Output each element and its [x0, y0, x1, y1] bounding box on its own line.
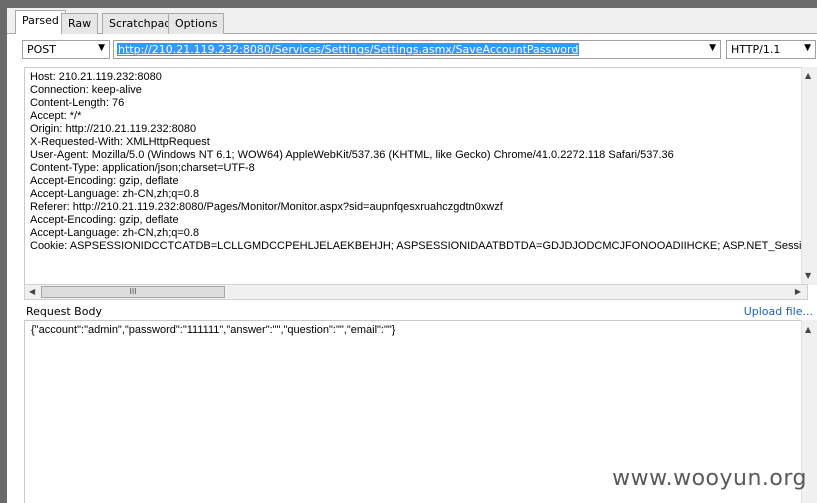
protocol-select[interactable]: HTTP/1.1 ▼	[726, 40, 816, 59]
header-line: Content-Type: application/json;charset=U…	[30, 162, 255, 174]
header-line: Referer: http://210.21.119.232:8080/Page…	[30, 201, 503, 213]
header-line: Accept: */*	[30, 110, 82, 122]
header-line: Origin: http://210.21.119.232:8080	[30, 123, 197, 135]
tab-parsed[interactable]: Parsed	[15, 10, 66, 35]
method-value: POST	[27, 43, 56, 56]
request-body-label: Request Body	[26, 305, 102, 318]
header-line: Accept-Language: zh-CN,zh;q=0.8	[30, 227, 200, 239]
chevron-down-icon[interactable]: ▼	[804, 43, 811, 53]
window-top-border	[7, 0, 817, 8]
tab-scratchpad[interactable]: Scratchpad	[102, 13, 179, 34]
scroll-right-icon[interactable]: ▶	[795, 287, 801, 296]
watermark: www.wooyun.org	[612, 466, 807, 491]
tab-raw[interactable]: Raw	[61, 13, 99, 34]
header-line: Cookie: ASPSESSIONIDCCTCATDB=LCLLGMDCCPE…	[30, 240, 808, 252]
header-line: Host: 210.21.119.232:8080	[30, 71, 162, 83]
composer-panel: POST ▼ http://210.21.119.232:8080/Servic…	[7, 34, 817, 503]
chevron-down-icon[interactable]: ▼	[98, 43, 105, 53]
request-body-content: {"account":"admin","password":"111111","…	[31, 324, 396, 336]
scrollbar-thumb[interactable]: III	[41, 286, 225, 298]
header-line: Accept-Encoding: gzip, deflate	[30, 175, 179, 187]
request-headers-textarea[interactable]: Host: 210.21.119.232:8080 Connection: kee…	[24, 67, 808, 285]
scroll-left-icon[interactable]: ◀	[29, 287, 35, 296]
url-value: http://210.21.119.232:8080/Services/Sett…	[117, 43, 580, 56]
headers-vertical-scrollbar[interactable]: ▲ ▼	[801, 67, 817, 285]
headers-horizontal-scrollbar[interactable]: ◀ III ▶	[24, 284, 808, 300]
header-line: User-Agent: Mozilla/5.0 (Windows NT 6.1;…	[30, 149, 674, 161]
chevron-down-icon[interactable]: ▼	[709, 43, 716, 53]
protocol-value: HTTP/1.1	[731, 43, 781, 56]
header-line: X-Requested-With: XMLHttpRequest	[30, 136, 210, 148]
headers-text: Host: 210.21.119.232:8080 Connection: kee…	[30, 71, 808, 253]
tab-options[interactable]: Options	[168, 13, 225, 34]
method-select[interactable]: POST ▼	[22, 40, 110, 59]
tab-strip: Parsed Raw Scratchpad Options	[7, 8, 817, 35]
header-line: Connection: keep-alive	[30, 84, 142, 96]
header-line: Accept-Language: zh-CN,zh;q=0.8	[30, 188, 200, 200]
header-line: Content-Length: 76	[30, 97, 125, 109]
scroll-up-icon[interactable]: ▲	[805, 71, 811, 80]
url-input[interactable]: http://210.21.119.232:8080/Services/Sett…	[113, 40, 721, 59]
scroll-up-icon[interactable]: ▲	[805, 325, 811, 334]
header-line: Accept-Encoding: gzip, deflate	[30, 214, 179, 226]
upload-file-link[interactable]: Upload file...	[744, 305, 813, 318]
window-left-border	[0, 0, 7, 503]
scroll-down-icon[interactable]: ▼	[805, 271, 811, 280]
